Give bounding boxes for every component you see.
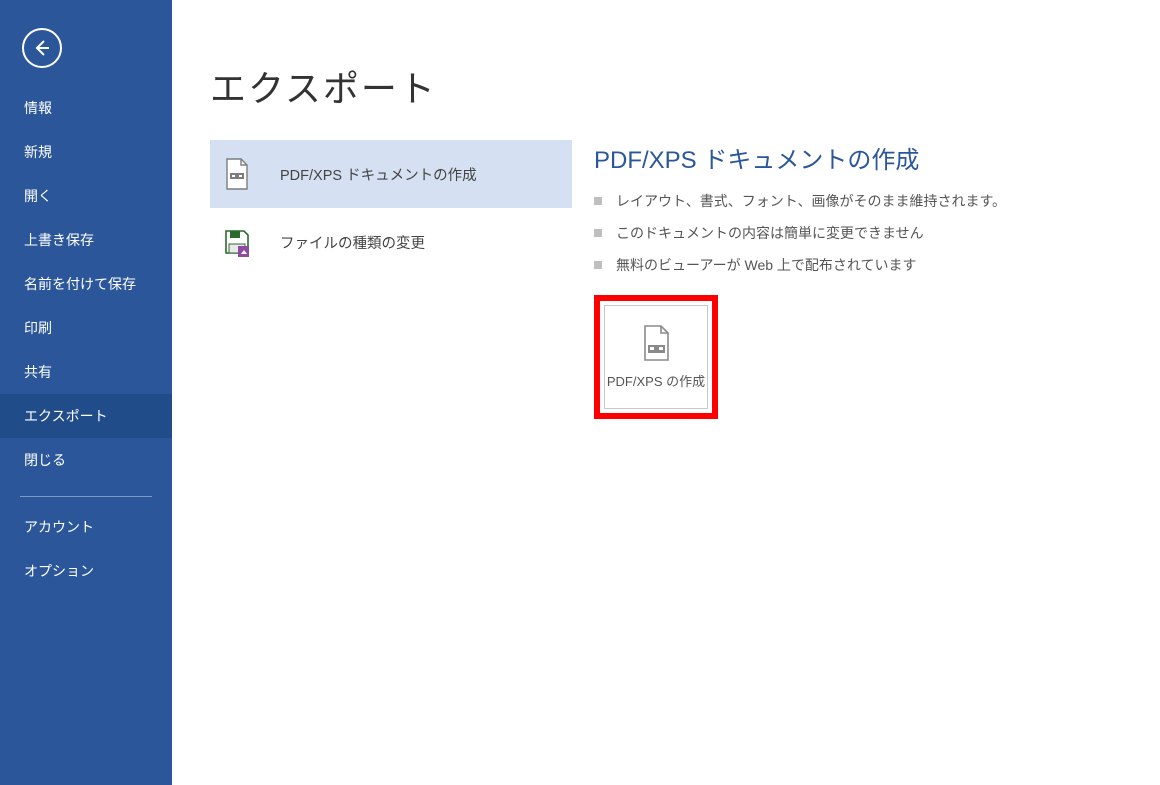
- pdf-file-icon: [222, 157, 252, 191]
- option-create-pdf-xps[interactable]: PDF/XPS ドキュメントの作成: [210, 140, 572, 208]
- detail-title: PDF/XPS ドキュメントの作成: [594, 140, 1140, 175]
- sidebar-item-save[interactable]: 上書き保存: [0, 218, 172, 262]
- bullet-icon: [594, 229, 602, 237]
- option-label: ファイルの種類の変更: [280, 232, 425, 253]
- sidebar-item-options[interactable]: オプション: [0, 549, 172, 593]
- bullet-icon: [594, 261, 602, 269]
- backstage-sidebar: 情報 新規 開く 上書き保存 名前を付けて保存 印刷 共有 エクスポート 閉じる…: [0, 0, 172, 785]
- detail-bullet-list: レイアウト、書式、フォント、画像がそのまま維持されます。 このドキュメントの内容…: [594, 185, 1140, 281]
- sidebar-item-open[interactable]: 開く: [0, 174, 172, 218]
- sidebar-item-info[interactable]: 情報: [0, 86, 172, 130]
- highlight-box: PDF/XPS の作成: [594, 295, 718, 419]
- sidebar-item-saveas[interactable]: 名前を付けて保存: [0, 262, 172, 306]
- detail-bullet: レイアウト、書式、フォント、画像がそのまま維持されます。: [594, 185, 1140, 217]
- page-heading: エクスポート: [210, 60, 437, 112]
- export-detail-pane: PDF/XPS ドキュメントの作成 レイアウト、書式、フォント、画像がそのまま維…: [594, 140, 1140, 419]
- bullet-icon: [594, 197, 602, 205]
- sidebar-item-share[interactable]: 共有: [0, 350, 172, 394]
- detail-bullet: このドキュメントの内容は簡単に変更できません: [594, 217, 1140, 249]
- sidebar-item-new[interactable]: 新規: [0, 130, 172, 174]
- export-option-list: PDF/XPS ドキュメントの作成 ファイルの種類の変更: [210, 140, 572, 276]
- sidebar-nav-list: 情報 新規 開く 上書き保存 名前を付けて保存 印刷 共有 エクスポート 閉じる…: [0, 86, 172, 593]
- sidebar-separator: [20, 496, 152, 497]
- pdf-file-icon: [639, 323, 673, 368]
- save-change-icon: [222, 225, 252, 259]
- detail-bullet: 無料のビューアーが Web 上で配布されています: [594, 249, 1140, 281]
- create-pdf-xps-button[interactable]: PDF/XPS の作成: [604, 305, 708, 409]
- back-button[interactable]: [22, 28, 62, 68]
- sidebar-item-close[interactable]: 閉じる: [0, 438, 172, 482]
- sidebar-item-export[interactable]: エクスポート: [0, 394, 172, 438]
- option-label: PDF/XPS ドキュメントの作成: [280, 164, 477, 185]
- sidebar-item-print[interactable]: 印刷: [0, 306, 172, 350]
- main-content: エクスポート PDF/XPS ドキュメントの作成: [172, 0, 1160, 785]
- sidebar-item-account[interactable]: アカウント: [0, 505, 172, 549]
- action-button-label: PDF/XPS の作成: [607, 374, 705, 390]
- option-change-file-type[interactable]: ファイルの種類の変更: [210, 208, 572, 276]
